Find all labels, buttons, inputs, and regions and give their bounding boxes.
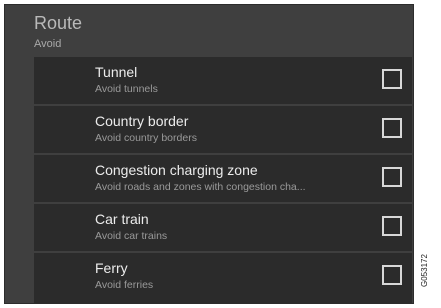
list-item-congestion-charging-zone[interactable]: Congestion charging zone Avoid roads and… [34, 155, 412, 202]
option-label: Tunnel [95, 64, 138, 80]
image-reference-code: G053172 [420, 254, 429, 288]
congestion-charging-zone-checkbox[interactable] [382, 167, 402, 187]
ferry-checkbox[interactable] [382, 265, 402, 285]
option-description: Avoid ferries [95, 279, 154, 291]
screen-title: Route [34, 13, 83, 33]
option-description: Avoid country borders [95, 132, 197, 144]
list-item-ferry[interactable]: Ferry Avoid ferries [34, 253, 412, 300]
list-item-car-train[interactable]: Car train Avoid car trains [34, 204, 412, 251]
avoid-options-list: Tunnel Avoid tunnels Country border Avoi… [34, 57, 412, 303]
option-description: Avoid tunnels [95, 83, 158, 95]
option-label: Congestion charging zone [95, 162, 258, 178]
car-train-checkbox[interactable] [382, 216, 402, 236]
option-description: Avoid roads and zones with congestion ch… [95, 181, 306, 193]
country-border-checkbox[interactable] [382, 118, 402, 138]
screen-subtitle: Avoid [34, 38, 62, 50]
tunnel-checkbox[interactable] [382, 69, 402, 89]
list-item-tunnel[interactable]: Tunnel Avoid tunnels [34, 57, 412, 104]
route-avoid-screen: Route Avoid Tunnel Avoid tunnels Country… [4, 4, 414, 304]
option-label: Country border [95, 113, 189, 129]
option-description: Avoid car trains [95, 230, 168, 242]
list-item-country-border[interactable]: Country border Avoid country borders [34, 106, 412, 153]
option-label: Ferry [95, 260, 128, 276]
screen-header: Route Avoid [5, 5, 413, 55]
option-label: Car train [95, 211, 149, 227]
